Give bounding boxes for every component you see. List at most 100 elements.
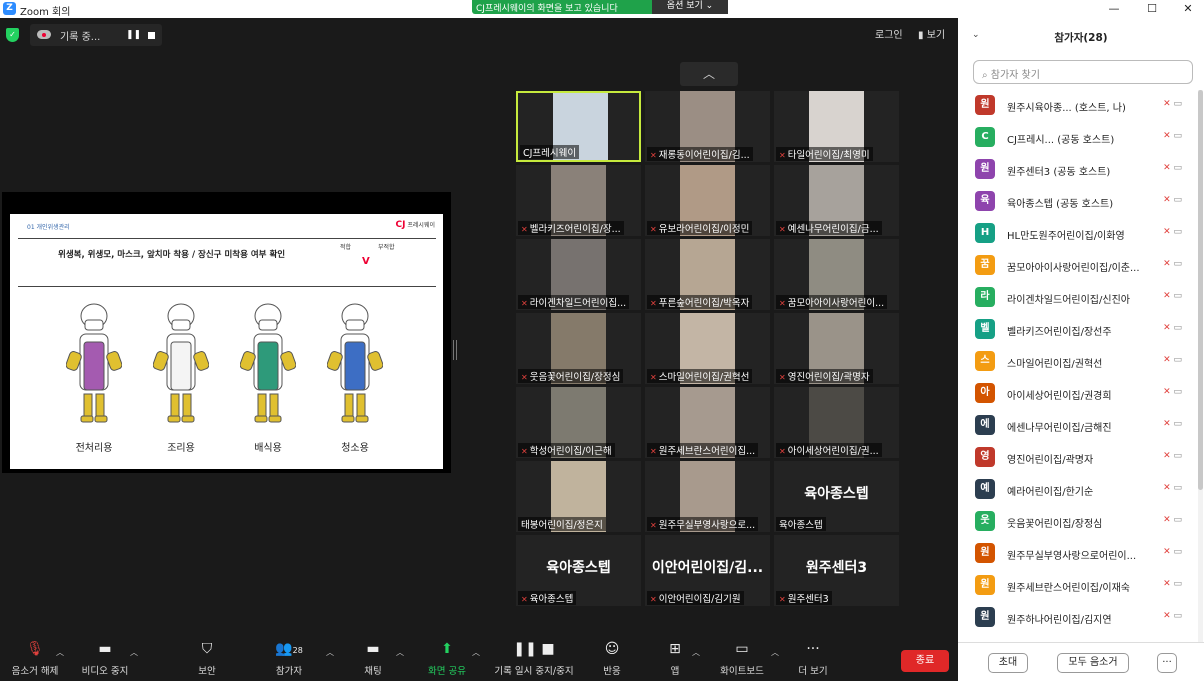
muted-mic-icon[interactable]: ✕ — [1163, 515, 1171, 525]
video-off-icon[interactable]: ▭ — [1173, 515, 1182, 525]
unmute-button[interactable]: 🎙 음소거 해제 ︿ — [0, 641, 70, 677]
minimize-button[interactable]: — — [1096, 0, 1132, 18]
video-off-icon[interactable]: ▭ — [1173, 323, 1182, 333]
video-off-icon[interactable]: ▭ — [1173, 163, 1182, 173]
video-off-icon[interactable]: ▭ — [1173, 99, 1182, 109]
view-button[interactable]: ▮ 보기 — [918, 26, 945, 41]
video-off-icon[interactable]: ▭ — [1173, 195, 1182, 205]
more-options-button[interactable]: ··· — [1157, 653, 1177, 673]
video-tile[interactable]: ✕ 유보라어린이집/이정민 — [645, 165, 770, 236]
participant-row[interactable]: 스 스마일어린이집/권혁선 ✕ ▭ — [958, 346, 1198, 378]
video-tile[interactable]: 원주센터3 ✕ 원주센터3 — [774, 535, 899, 606]
video-tile[interactable]: ✕ 푸른숲어린이집/박옥자 — [645, 239, 770, 310]
video-tile[interactable]: 이안어린이집/김... ✕ 이안어린이집/김기원 — [645, 535, 770, 606]
video-tile[interactable]: ✕ 영진어린이집/곽명자 — [774, 313, 899, 384]
apps-button[interactable]: ⊞ 앱 ︿ — [640, 641, 710, 677]
video-tile[interactable]: 태봉어린이집/정은지 — [516, 461, 641, 532]
chat-button[interactable]: ▬ 채팅 ︿ — [338, 641, 408, 677]
audio-options-caret-icon[interactable]: ︿ — [56, 647, 64, 658]
pause-stop-recording-button[interactable]: ❚❚ ■ 기록 일시 중지/중지 — [486, 641, 582, 677]
video-off-icon[interactable]: ▭ — [1173, 291, 1182, 301]
video-off-icon[interactable]: ▭ — [1173, 131, 1182, 141]
participant-row[interactable]: 예 예라어린이집/한기순 ✕ ▭ — [958, 474, 1198, 506]
stop-recording-icon[interactable] — [148, 32, 155, 39]
view-options-button[interactable]: 옵션 보기 ⌄ — [652, 0, 728, 14]
share-caret-icon[interactable]: ︿ — [472, 647, 480, 658]
muted-mic-icon[interactable]: ✕ — [1163, 483, 1171, 493]
muted-mic-icon[interactable]: ✕ — [1163, 323, 1171, 333]
video-tile[interactable]: ✕ 웃음꽃어린이집/장정심 — [516, 313, 641, 384]
video-tile[interactable]: ✕ 스마일어린이집/권혁선 — [645, 313, 770, 384]
participant-row[interactable]: 원 원주센터3 (공동 호스트) ✕ ▭ — [958, 154, 1198, 186]
video-tile[interactable]: ✕ 꿈모아아이사랑어린이... — [774, 239, 899, 310]
muted-mic-icon[interactable]: ✕ — [1163, 99, 1171, 109]
video-off-icon[interactable]: ▭ — [1173, 483, 1182, 493]
participant-row[interactable]: 벨 벨라키즈어린이집/장선주 ✕ ▭ — [958, 314, 1198, 346]
participant-row[interactable]: 아 아이세상어린이집/권경희 ✕ ▭ — [958, 378, 1198, 410]
participant-row[interactable]: 에 에센나무어린이집/금해진 ✕ ▭ — [958, 410, 1198, 442]
video-off-icon[interactable]: ▭ — [1173, 451, 1182, 461]
participant-row[interactable]: 웃 웃음꽃어린이집/장정심 ✕ ▭ — [958, 506, 1198, 538]
chat-caret-icon[interactable]: ︿ — [396, 647, 404, 658]
video-off-icon[interactable]: ▭ — [1173, 355, 1182, 365]
participant-row[interactable]: C CJ프레시... (공동 호스트) ✕ ▭ — [958, 122, 1198, 154]
muted-mic-icon[interactable]: ✕ — [1163, 611, 1171, 621]
video-tile[interactable]: ✕ 재롱동이어린이집/김... — [645, 91, 770, 162]
participant-search-input[interactable]: ⌕ 참가자 찾기 — [973, 60, 1193, 84]
video-options-caret-icon[interactable]: ︿ — [130, 647, 138, 658]
apps-caret-icon[interactable]: ︿ — [692, 647, 700, 658]
participant-list-scrollbar[interactable] — [1198, 90, 1203, 642]
stop-video-button[interactable]: ▬ 비디오 중지 ︿ — [70, 641, 140, 677]
video-tile[interactable]: ✕ 아이세상어린이집/권... — [774, 387, 899, 458]
muted-mic-icon[interactable]: ✕ — [1163, 131, 1171, 141]
video-off-icon[interactable]: ▭ — [1173, 227, 1182, 237]
video-tile[interactable]: ✕ 타일어린이집/최영미 — [774, 91, 899, 162]
maximize-button[interactable]: ☐ — [1134, 0, 1170, 18]
video-off-icon[interactable]: ▭ — [1173, 579, 1182, 589]
muted-mic-icon[interactable]: ✕ — [1163, 355, 1171, 365]
video-tile[interactable]: 육아종스텝 육아종스텝 — [774, 461, 899, 532]
muted-mic-icon[interactable]: ✕ — [1163, 227, 1171, 237]
participants-button[interactable]: 👥28 참가자 ︿ — [254, 641, 334, 677]
encryption-shield-icon[interactable]: ✓ — [6, 28, 19, 42]
pause-recording-icon[interactable]: ❚❚ — [126, 30, 141, 40]
video-tile[interactable]: ✕ 라이겐차일드어린이집... — [516, 239, 641, 310]
video-tile[interactable]: CJ프레시웨이 — [516, 91, 641, 162]
participant-row[interactable]: 라 라이겐차일드어린이집/신진아 ✕ ▭ — [958, 282, 1198, 314]
video-tile[interactable]: ✕ 예센나무어린이집/금... — [774, 165, 899, 236]
whiteboard-button[interactable]: ▭ 화이트보드 ︿ — [707, 641, 779, 677]
close-button[interactable]: ✕ — [1170, 0, 1204, 18]
participant-row[interactable]: 꿈 꿈모아아이사랑어린이집/이춘... ✕ ▭ — [958, 250, 1198, 282]
video-off-icon[interactable]: ▭ — [1173, 259, 1182, 269]
muted-mic-icon[interactable]: ✕ — [1163, 451, 1171, 461]
video-tile[interactable]: ✕ 학성어린이집/이근해 — [516, 387, 641, 458]
participant-row[interactable]: 육 육아종스텝 (공동 호스트) ✕ ▭ — [958, 186, 1198, 218]
muted-mic-icon[interactable]: ✕ — [1163, 291, 1171, 301]
muted-mic-icon[interactable]: ✕ — [1163, 259, 1171, 269]
muted-mic-icon[interactable]: ✕ — [1163, 579, 1171, 589]
participant-row[interactable]: 원 원주시육아종... (호스트, 나) ✕ ▭ — [958, 90, 1198, 122]
invite-button[interactable]: 초대 — [988, 653, 1028, 673]
muted-mic-icon[interactable]: ✕ — [1163, 195, 1171, 205]
resize-handle[interactable] — [453, 340, 457, 360]
video-tile[interactable]: 육아종스텝 ✕ 육아종스텝 — [516, 535, 641, 606]
more-button[interactable]: ··· 더 보기 — [778, 641, 848, 677]
participant-row[interactable]: 원 원주무실부영사랑으로어린이... ✕ ▭ — [958, 538, 1198, 570]
participants-caret-icon[interactable]: ︿ — [326, 647, 334, 658]
login-link[interactable]: 로그인 — [875, 26, 903, 41]
video-off-icon[interactable]: ▭ — [1173, 419, 1182, 429]
mute-all-button[interactable]: 모두 음소거 — [1057, 653, 1129, 673]
participant-row[interactable]: 원 원주세브란스어린이집/이재숙 ✕ ▭ — [958, 570, 1198, 602]
participant-row[interactable]: H HL만도원주어린이집/이화영 ✕ ▭ — [958, 218, 1198, 250]
muted-mic-icon[interactable]: ✕ — [1163, 547, 1171, 557]
video-tile[interactable]: ✕ 원주세브란스어린이집... — [645, 387, 770, 458]
participant-row[interactable]: 영 영진어린이집/곽명자 ✕ ▭ — [958, 442, 1198, 474]
reactions-button[interactable]: ☺ 반응 — [577, 641, 647, 677]
video-tile[interactable]: ✕ 벨라키즈어린이집/장... — [516, 165, 641, 236]
muted-mic-icon[interactable]: ✕ — [1163, 163, 1171, 173]
security-button[interactable]: ⛉ 보안 — [172, 641, 242, 677]
video-tile[interactable]: ✕ 원주무실부영사랑으로... — [645, 461, 770, 532]
muted-mic-icon[interactable]: ✕ — [1163, 419, 1171, 429]
muted-mic-icon[interactable]: ✕ — [1163, 387, 1171, 397]
video-off-icon[interactable]: ▭ — [1173, 387, 1182, 397]
